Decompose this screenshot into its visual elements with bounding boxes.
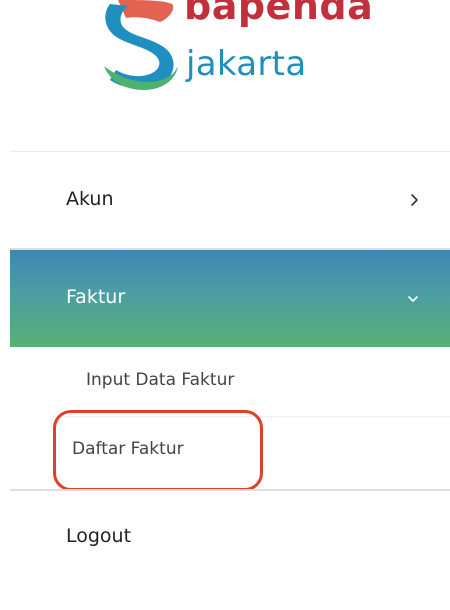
submenu-item-label: Input Data Faktur (86, 370, 235, 390)
brand-name-bottom: jakarta (186, 44, 307, 84)
menu-item-label: Akun (66, 188, 114, 210)
chevron-down-icon (408, 296, 418, 302)
highlight-annotation (53, 410, 263, 491)
menu-item-faktur[interactable]: Faktur (10, 250, 450, 347)
menu-item-label: Logout (66, 525, 132, 547)
menu-item-label: Faktur (66, 286, 126, 308)
chevron-right-icon (411, 194, 418, 206)
side-menu-screen: bapenda jakarta Akun Faktur Input Data F… (0, 0, 450, 610)
submenu-item-input-data-faktur[interactable]: Input Data Faktur (0, 347, 450, 415)
bapenda-s-logo-icon (104, 0, 178, 90)
menu-item-akun[interactable]: Akun (0, 152, 450, 248)
menu-item-logout[interactable]: Logout (0, 491, 450, 587)
brand-name-top: bapenda (184, 0, 374, 28)
brand-logo: bapenda jakarta (100, 0, 380, 90)
